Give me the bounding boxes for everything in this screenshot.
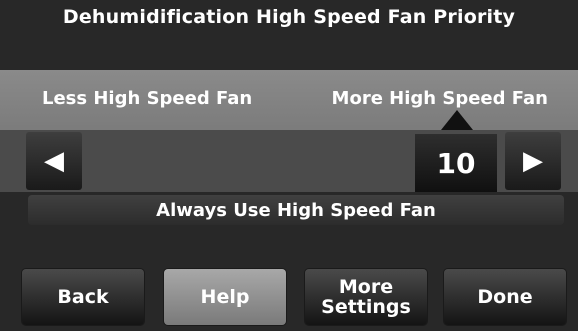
more-settings-line1: More	[338, 276, 394, 298]
left-arrow-icon: ◀	[44, 146, 64, 176]
value-pointer-icon	[441, 110, 473, 130]
done-button[interactable]: Done	[444, 269, 566, 325]
page-title: Dehumidification High Speed Fan Priority	[62, 6, 516, 28]
back-button[interactable]: Back	[22, 269, 144, 325]
more-high-speed-fan-label: More High Speed Fan	[331, 88, 548, 109]
more-settings-line2: Settings	[321, 296, 411, 318]
thermostat-screen: Dehumidification High Speed Fan Priority…	[0, 0, 578, 331]
fan-priority-value[interactable]: 10	[415, 134, 497, 192]
right-arrow-icon: ▶	[523, 146, 543, 176]
help-button[interactable]: Help	[164, 269, 286, 325]
more-settings-button[interactable]: More Settings	[305, 269, 427, 325]
always-use-high-speed-fan-button[interactable]: Always Use High Speed Fan	[28, 195, 564, 225]
increase-button[interactable]: ▶	[505, 132, 561, 190]
decrease-button[interactable]: ◀	[26, 132, 82, 190]
less-high-speed-fan-label: Less High Speed Fan	[42, 88, 253, 109]
